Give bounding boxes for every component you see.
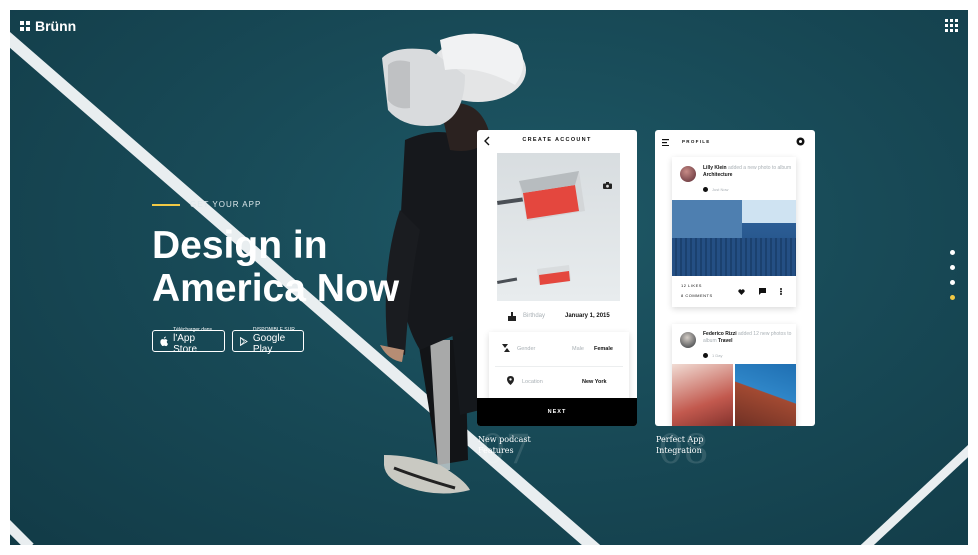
gender-label: Gender	[517, 346, 536, 352]
camera-icon[interactable]	[603, 182, 612, 189]
feed-post: Federico Rizzi added 12 new photos to al…	[672, 324, 796, 426]
gender-male-option[interactable]: Male	[572, 346, 584, 352]
avatar[interactable]	[680, 332, 696, 348]
page-title: Design in America Now	[152, 224, 400, 310]
divider	[495, 366, 623, 367]
slide-dot[interactable]	[950, 280, 955, 285]
settings-gear-icon[interactable]	[796, 137, 805, 146]
location-pin-icon	[507, 376, 514, 385]
comments-count: 8 COMMENTS	[681, 293, 713, 298]
brand-logo[interactable]: Brünn	[20, 18, 76, 34]
post-time: Just Now	[712, 187, 729, 192]
brand-name: Brünn	[35, 18, 77, 34]
clock-icon	[703, 187, 708, 192]
post-album[interactable]: Travel	[718, 338, 732, 344]
likes-count: 12 LIKES	[681, 283, 702, 288]
location-label: Location	[522, 379, 543, 385]
card-caption[interactable]: New podcast Features	[478, 434, 531, 456]
card-title: PROFILE	[682, 139, 711, 144]
play-store-icon	[240, 336, 248, 346]
slide-dot[interactable]	[950, 250, 955, 255]
clock-icon	[703, 353, 708, 358]
eyebrow-text: GET YOUR APP	[190, 200, 262, 209]
slide-dot-active[interactable]	[950, 295, 955, 300]
post-author[interactable]: Lilly Klein	[703, 165, 727, 171]
accent-bar	[152, 203, 180, 206]
gender-female-option[interactable]: Female	[594, 346, 613, 352]
logo-mark-icon	[20, 21, 30, 31]
post-photo[interactable]	[672, 200, 796, 276]
post-time: 1 Day	[712, 353, 723, 358]
profile-card: PROFILE Lilly Klein added a new photo to…	[655, 130, 815, 426]
feed-post: Lilly Klein added a new photo to album A…	[672, 157, 796, 307]
post-photo[interactable]	[735, 364, 796, 426]
post-author[interactable]: Federico Rizzi	[703, 331, 737, 337]
location-value[interactable]: New York	[582, 379, 607, 385]
hero-section: Brünn GET YOUR APP Design in America Now…	[10, 10, 968, 545]
heart-icon[interactable]	[738, 289, 745, 295]
comment-icon[interactable]	[759, 288, 766, 295]
slide-dots-nav	[950, 250, 955, 300]
gender-icon	[502, 344, 510, 352]
cake-icon	[508, 312, 516, 321]
app-store-button[interactable]: Télécharger dans l'App Store	[152, 327, 225, 355]
post-album[interactable]: Architecture	[703, 172, 732, 178]
menu-grid-icon[interactable]	[945, 19, 958, 32]
post-text: added a new photo to album	[728, 165, 792, 171]
google-play-button[interactable]: DISPONIBLE SUR Google Play	[232, 327, 304, 355]
next-label: NEXT	[547, 409, 567, 415]
app-store-big: l'App Store	[173, 333, 198, 355]
card-title: CREATE ACCOUNT	[522, 137, 592, 143]
lamp-illustration	[497, 171, 585, 285]
form-panel: Gender Male Female Location New York	[489, 332, 629, 400]
birthday-label: Birthday	[523, 313, 546, 319]
hamburger-icon[interactable]	[662, 139, 670, 146]
google-play-big: Google Play	[252, 333, 286, 355]
create-account-card: CREATE ACCOUNT Birthday January 1, 2015 …	[477, 130, 637, 426]
eyebrow: GET YOUR APP	[152, 200, 261, 209]
next-button[interactable]: NEXT	[477, 398, 637, 426]
slide-dot[interactable]	[950, 265, 955, 270]
card-caption[interactable]: Perfect App Integration	[656, 434, 704, 456]
lamp-photo[interactable]	[497, 153, 620, 301]
avatar[interactable]	[680, 166, 696, 182]
apple-icon	[160, 336, 168, 346]
more-vertical-icon[interactable]	[780, 288, 782, 295]
birthday-value[interactable]: January 1, 2015	[565, 313, 610, 319]
post-photo[interactable]	[672, 364, 733, 426]
